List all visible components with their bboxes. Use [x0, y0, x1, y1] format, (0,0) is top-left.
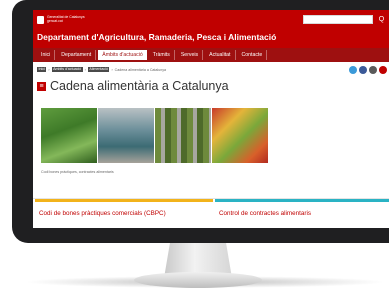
breadcrumb-item[interactable]: Inici — [37, 67, 47, 72]
social-share — [349, 66, 387, 74]
twitter-icon[interactable] — [349, 66, 357, 74]
monitor-mockup: Generalitat de Catalunya gencat.cat Depa… — [0, 0, 389, 301]
screen: Generalitat de Catalunya gencat.cat Depa… — [33, 10, 389, 228]
card-label: Codi de bones pràctiques comercials (CBP… — [39, 210, 166, 217]
gov-emblem-icon — [37, 16, 44, 24]
breadcrumb-current: Cadena alimentària a Catalunya — [114, 67, 166, 72]
gov-name-line2: gencat.cat — [47, 19, 63, 23]
search-button[interactable]: Q — [374, 15, 389, 24]
facebook-icon[interactable] — [359, 66, 367, 74]
photo-vineyard — [155, 108, 211, 163]
photo-fruit-market — [212, 108, 268, 163]
breadcrumb-separator-icon: › — [111, 67, 113, 72]
search-icon: Q — [378, 16, 385, 23]
monitor-stand-base — [134, 272, 262, 288]
list-icon: ≡ — [37, 81, 46, 91]
nav-item-departament[interactable]: Departament — [57, 50, 97, 60]
breadcrumb-item[interactable]: Alimentació — [87, 67, 110, 72]
breadcrumb-item[interactable]: Àmbits d'actuació — [51, 67, 83, 72]
photo-gallery — [41, 108, 268, 163]
nav-item-contacte[interactable]: Contacte — [238, 50, 268, 60]
nav-item-ambits[interactable]: Àmbits d'actuació — [98, 50, 147, 60]
gov-logo[interactable]: Generalitat de Catalunya gencat.cat — [37, 16, 85, 24]
share-icon[interactable] — [369, 66, 377, 74]
nav-item-serveis[interactable]: Serveis — [177, 50, 204, 60]
nav-item-actualitat[interactable]: Actualitat — [205, 50, 236, 60]
department-title[interactable]: Departament d'Agricultura, Ramaderia, Pe… — [37, 32, 276, 42]
card-control-contractes[interactable]: Control de contractes alimentaris — [215, 199, 389, 223]
main-nav: Inici Departament Àmbits d'actuació Tràm… — [33, 48, 389, 62]
photo-factory — [98, 108, 154, 163]
card-label: Control de contractes alimentaris — [219, 210, 312, 217]
email-icon[interactable] — [379, 66, 387, 74]
breadcrumb: Inici › Àmbits d'actuació › Alimentació … — [37, 67, 166, 72]
photo-orchard — [41, 108, 97, 163]
nav-item-inici[interactable]: Inici — [37, 50, 56, 60]
breadcrumb-separator-icon: › — [48, 67, 50, 72]
card-cbpc[interactable]: Codi de bones pràctiques comercials (CBP… — [35, 199, 213, 223]
page-title-row: ≡ Cadena alimentària a Catalunya — [37, 79, 229, 93]
breadcrumb-separator-icon: › — [84, 67, 86, 72]
header-bar: Generalitat de Catalunya gencat.cat Depa… — [33, 10, 389, 48]
gallery-caption: Codi bones pràctiques, contractes alimen… — [41, 170, 114, 174]
search-input[interactable] — [303, 15, 373, 24]
nav-item-tramits[interactable]: Tràmits — [149, 50, 175, 60]
page-title: Cadena alimentària a Catalunya — [50, 79, 229, 93]
